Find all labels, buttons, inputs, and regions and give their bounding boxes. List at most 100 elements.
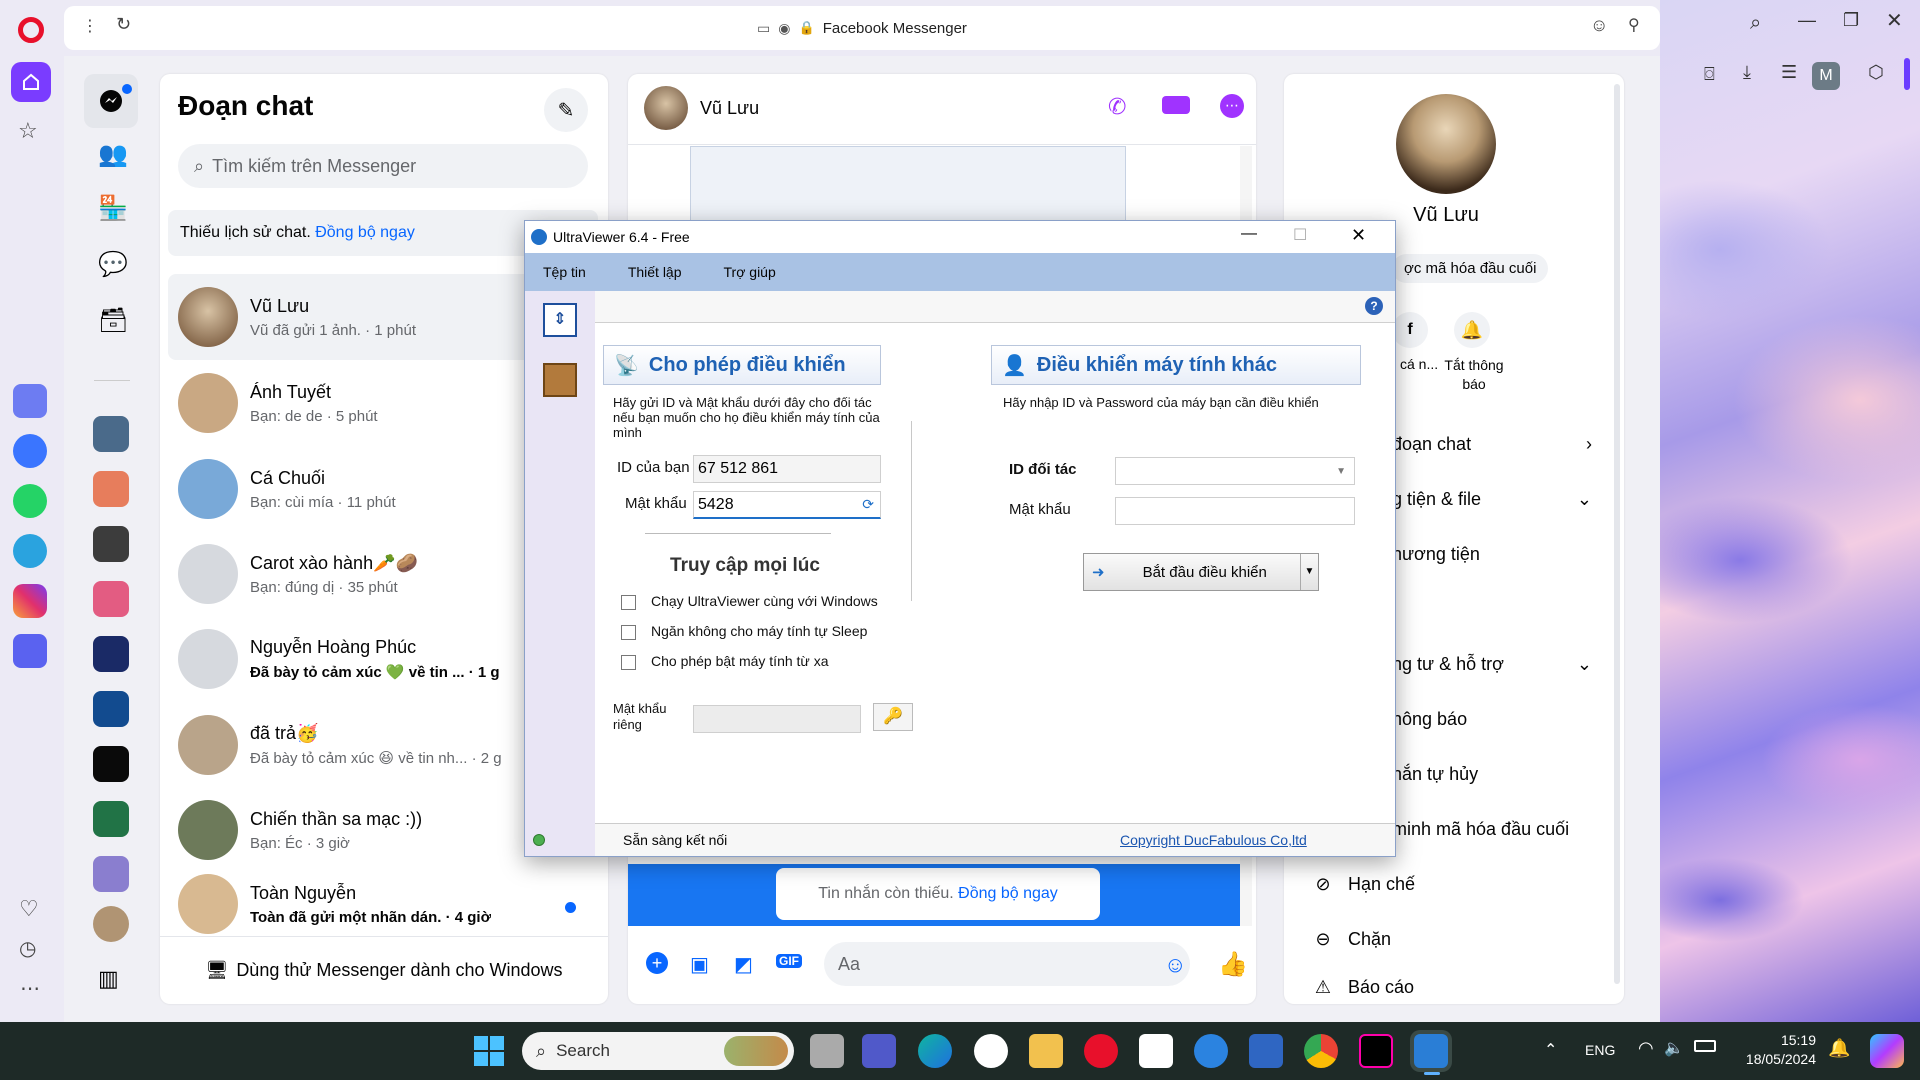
mute-button[interactable]: 🔔 xyxy=(1454,312,1490,348)
jetbrains-icon[interactable] xyxy=(1359,1034,1393,1068)
opera-logo-icon[interactable] xyxy=(18,17,44,43)
speed-dial-star-icon[interactable]: ☆ xyxy=(18,118,38,144)
menu-dots-icon[interactable]: ⋮ xyxy=(82,16,98,36)
try-windows-app-link[interactable]: 🖥 Dùng thử Messenger dành cho Windows xyxy=(160,936,608,1004)
easy-setup-icon[interactable]: ☰ xyxy=(1781,62,1797,83)
dropdown-arrow-icon[interactable]: ▼ xyxy=(1300,554,1318,590)
profile-photo[interactable] xyxy=(1396,94,1496,194)
vscode-icon[interactable] xyxy=(1249,1034,1283,1068)
info-scrollbar[interactable] xyxy=(1614,84,1620,984)
collapse-sidebar-icon[interactable]: ▥ xyxy=(98,966,119,992)
sidebar-toggle[interactable] xyxy=(1904,58,1910,90)
camera-permission-icon[interactable]: ▭ xyxy=(757,20,770,37)
emoji-icon[interactable]: ☺ xyxy=(1164,952,1186,978)
more-options-icon[interactable]: ⋯ xyxy=(1220,94,1244,118)
menu-settings[interactable]: Thiết lập xyxy=(628,264,682,280)
ms-store-icon[interactable] xyxy=(1139,1034,1173,1068)
notification-bell-icon[interactable]: 🔔 xyxy=(1828,1038,1850,1059)
partner-password-field[interactable] xyxy=(1115,497,1355,525)
info-row-restrict[interactable]: ⊘ Hạn chế xyxy=(1284,864,1624,904)
add-action-icon[interactable]: + xyxy=(646,952,668,974)
info-row-block[interactable]: ⊖ Chặn xyxy=(1284,919,1624,959)
clock-date[interactable]: 18/05/2024 xyxy=(1730,1051,1816,1067)
instagram-icon[interactable] xyxy=(13,584,47,618)
chatgpt-icon[interactable] xyxy=(974,1034,1008,1068)
key-button[interactable]: 🔑 xyxy=(873,703,913,731)
community-avatar[interactable] xyxy=(93,526,129,562)
home-button[interactable] xyxy=(11,62,51,102)
mic-permission-icon[interactable]: ◉ xyxy=(778,20,790,37)
sticker-icon[interactable]: ◩ xyxy=(734,952,753,977)
start-button[interactable] xyxy=(474,1036,504,1066)
like-thumb-icon[interactable]: 👍 xyxy=(1218,950,1248,979)
extensions-cube-icon[interactable]: ⬡ xyxy=(1868,62,1884,83)
refresh-password-icon[interactable]: ⟳ xyxy=(862,496,874,513)
copyright-link[interactable]: Copyright DucFabulous Co,ltd xyxy=(1120,832,1307,848)
your-id-field[interactable]: 67 512 861 xyxy=(693,455,881,483)
community-avatar[interactable] xyxy=(93,636,129,672)
chrome-icon[interactable] xyxy=(1304,1034,1338,1068)
emoji-smile-icon[interactable]: ☺ xyxy=(1590,15,1608,36)
menu-file[interactable]: Tệp tin xyxy=(543,264,586,280)
taskview-icon[interactable] xyxy=(810,1034,844,1068)
favorites-heart-icon[interactable]: ♡ xyxy=(19,896,39,922)
snapshot-camera-icon[interactable]: ⌼ xyxy=(1704,64,1715,85)
reload-icon[interactable]: ↻ xyxy=(116,14,131,35)
shared-screenshot-image[interactable] xyxy=(690,146,1126,226)
private-password-field[interactable] xyxy=(693,705,861,733)
messenger-sidebar-icon[interactable] xyxy=(13,434,47,468)
option-checkbox[interactable] xyxy=(621,655,636,670)
download-icon[interactable]: ⤓ xyxy=(1743,62,1751,83)
language-indicator[interactable]: ENG xyxy=(1585,1042,1615,1058)
quick-assist-icon[interactable] xyxy=(1194,1034,1228,1068)
wifi-icon[interactable]: ◠ xyxy=(1638,1038,1654,1059)
teams-icon[interactable] xyxy=(862,1034,896,1068)
aria-ai-icon[interactable] xyxy=(13,384,47,418)
history-clock-icon[interactable]: ◷ xyxy=(19,936,36,961)
voice-call-icon[interactable]: ✆ xyxy=(1108,94,1126,120)
profile-action-icon[interactable]: f xyxy=(1392,312,1428,348)
maximize-icon[interactable]: ❐ xyxy=(1843,10,1859,31)
community-avatar[interactable] xyxy=(93,581,129,617)
uv-minimize-icon[interactable]: — xyxy=(1241,225,1257,243)
clock-time[interactable]: 15:19 xyxy=(1760,1032,1816,1048)
nav-people-icon[interactable]: 👥 xyxy=(98,140,128,169)
photo-icon[interactable]: ▣ xyxy=(690,952,709,977)
partner-id-dropdown[interactable]: ▼ xyxy=(1115,457,1355,485)
community-avatar[interactable] xyxy=(93,801,129,837)
uv-close-icon[interactable]: ✕ xyxy=(1351,225,1366,246)
file-explorer-icon[interactable] xyxy=(1029,1034,1063,1068)
ultraviewer-titlebar[interactable]: UltraViewer 6.4 - Free — ☐ ✕ xyxy=(525,221,1395,253)
contacts-tab-icon[interactable] xyxy=(543,363,577,397)
nav-requests-icon[interactable]: 💬 xyxy=(98,250,128,279)
nav-marketplace-icon[interactable]: 🏪 xyxy=(98,194,128,223)
uv-help-icon[interactable]: ? xyxy=(1365,297,1383,315)
telegram-icon[interactable] xyxy=(13,534,47,568)
option-checkbox[interactable] xyxy=(621,625,636,640)
copilot-icon[interactable] xyxy=(1870,1034,1904,1068)
taskbar-search[interactable]: ⌕ Search xyxy=(522,1032,794,1070)
conversation-name[interactable]: Vũ Lưu xyxy=(700,98,759,119)
community-avatar[interactable] xyxy=(93,691,129,727)
minimize-icon[interactable]: — xyxy=(1798,10,1816,31)
volume-icon[interactable]: 🔈 xyxy=(1664,1038,1684,1058)
info-row-report[interactable]: ⚠ Báo cáo xyxy=(1284,967,1624,1004)
conversation-avatar[interactable] xyxy=(644,86,688,130)
community-avatar[interactable] xyxy=(93,856,129,892)
more-dots-icon[interactable]: ⋯ xyxy=(20,976,40,1001)
community-avatar[interactable] xyxy=(93,416,129,452)
menu-help[interactable]: Trợ giúp xyxy=(724,264,776,280)
connect-tab-icon[interactable]: ⇕ xyxy=(543,303,577,337)
video-call-icon[interactable] xyxy=(1162,96,1190,114)
battery-icon[interactable] xyxy=(1694,1040,1716,1052)
opera-taskbar-icon[interactable] xyxy=(1084,1034,1118,1068)
sync-link[interactable]: Đồng bộ ngay xyxy=(315,224,415,242)
start-control-button[interactable]: ➜ Bắt đầu điều khiển ▼ xyxy=(1083,553,1319,591)
music-player-icon[interactable] xyxy=(13,634,47,668)
option-checkbox[interactable] xyxy=(621,595,636,610)
message-input[interactable]: Aa xyxy=(824,942,1190,986)
gif-icon[interactable]: GIF xyxy=(776,954,802,968)
profile-avatar[interactable]: M xyxy=(1812,62,1840,90)
search-input[interactable]: ⌕ Tìm kiếm trên Messenger xyxy=(178,144,588,188)
close-icon[interactable]: ✕ xyxy=(1886,8,1903,33)
